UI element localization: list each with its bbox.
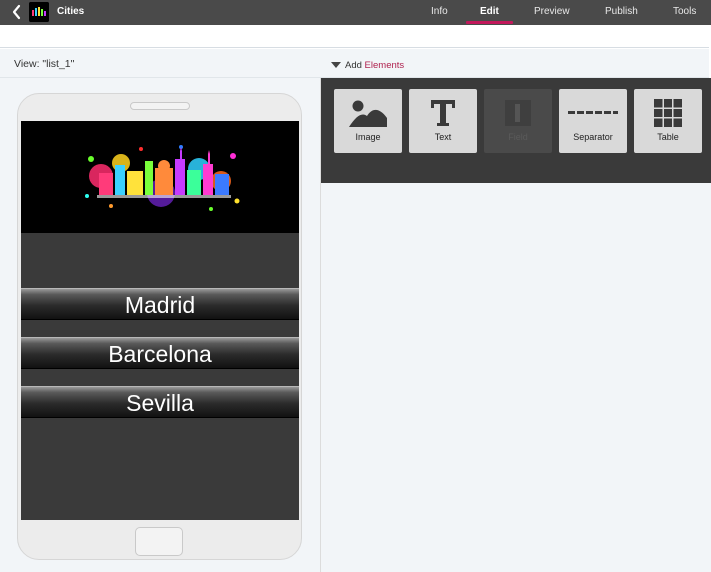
preview-panel: Madrid Barcelona Sevilla (0, 78, 320, 572)
table-icon (654, 99, 682, 127)
phone-frame: Madrid Barcelona Sevilla (17, 93, 302, 560)
list-item-barcelona[interactable]: Barcelona (21, 337, 299, 369)
tab-publish[interactable]: Publish (605, 6, 638, 17)
field-icon (505, 100, 531, 126)
back-chevron-icon[interactable] (10, 3, 24, 21)
banner-image[interactable] (21, 121, 299, 233)
phone-home-button[interactable] (135, 527, 183, 556)
tile-label-image: Image (355, 132, 381, 142)
add-separator-tile[interactable]: Separator (559, 89, 627, 153)
phone-screen: Madrid Barcelona Sevilla (21, 121, 299, 520)
list-item-sevilla[interactable]: Sevilla (21, 386, 299, 418)
add-text-tile[interactable]: Text (409, 89, 477, 153)
tile-label-table: Table (657, 132, 679, 142)
add-prefix: Add (345, 60, 362, 71)
add-elements-button[interactable]: Add Elements (331, 60, 404, 71)
app-title: Cities (57, 6, 85, 17)
top-bar: Cities Info Edit Preview Publish Tools (0, 0, 711, 25)
view-bar: View: "list_1" Add Elements (0, 49, 709, 78)
add-field-tile: Field (484, 89, 552, 153)
view-label: View: "list_1" (14, 58, 75, 70)
text-icon (431, 100, 455, 126)
elements-palette: Image Text Field Separator Table (321, 78, 711, 183)
tab-info[interactable]: Info (431, 6, 448, 17)
active-tab-indicator (466, 21, 513, 24)
add-image-tile[interactable]: Image (334, 89, 402, 153)
toolbar-strip (0, 25, 709, 48)
tab-tools[interactable]: Tools (673, 6, 696, 17)
tab-edit[interactable]: Edit (480, 6, 499, 17)
add-elements-link: Elements (364, 60, 405, 71)
tile-label-separator: Separator (573, 132, 613, 142)
triangle-down-icon (331, 62, 341, 68)
add-table-tile[interactable]: Table (634, 89, 702, 153)
image-icon (349, 100, 387, 127)
separator-icon (568, 111, 618, 114)
list-item-madrid[interactable]: Madrid (21, 288, 299, 320)
tab-preview[interactable]: Preview (534, 6, 570, 17)
tile-label-text: Text (434, 132, 452, 142)
elements-panel: Image Text Field Separator Table (321, 78, 711, 572)
tile-label-field: Field (508, 132, 528, 142)
phone-speaker (130, 102, 190, 110)
app-logo-icon (29, 2, 49, 22)
